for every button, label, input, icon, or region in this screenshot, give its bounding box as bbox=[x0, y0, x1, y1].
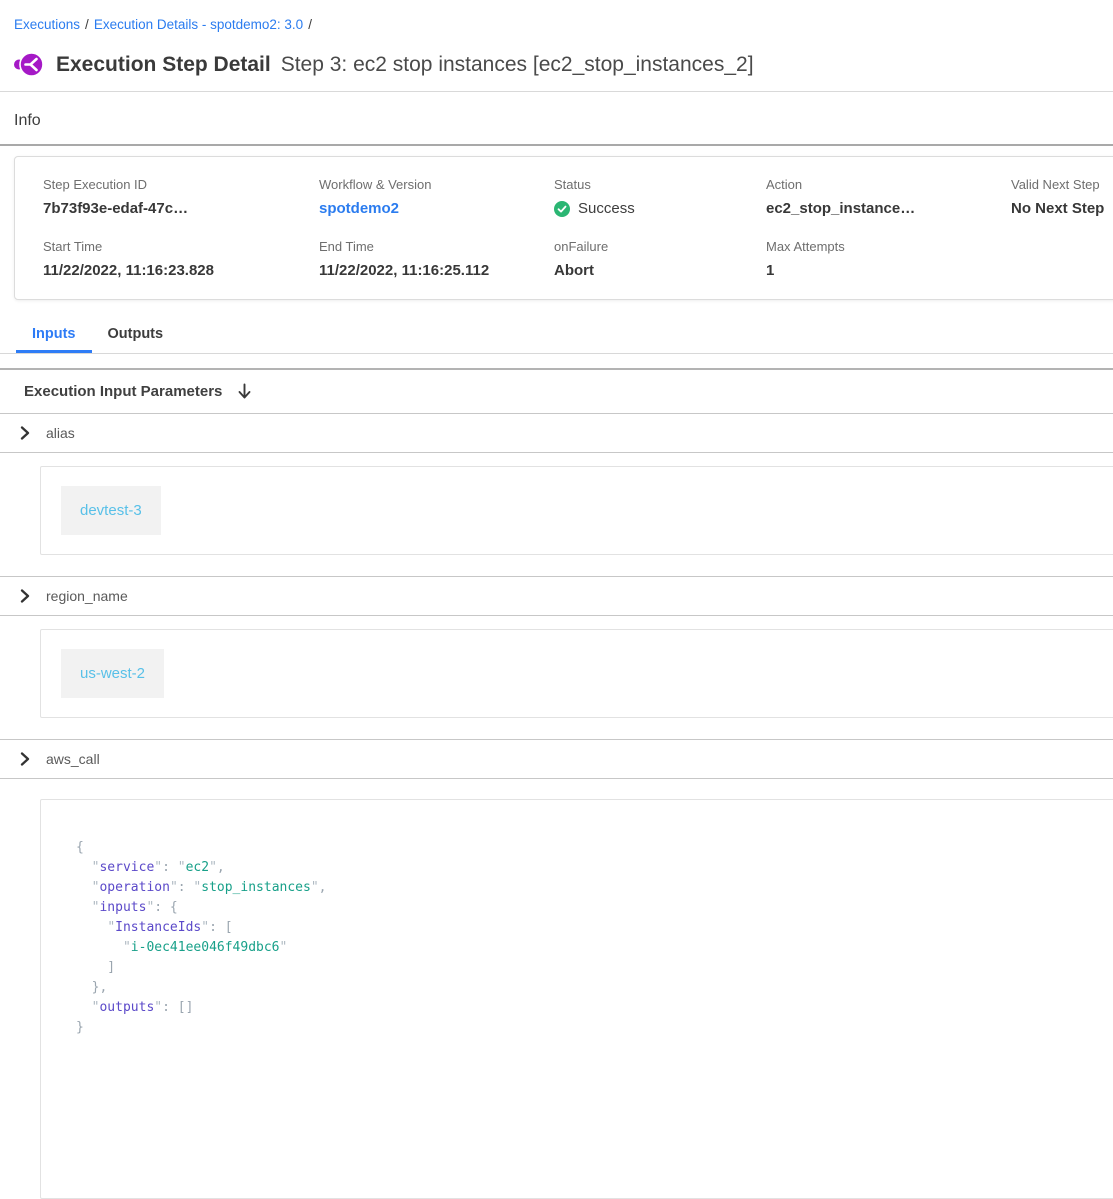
action-label: Action bbox=[766, 177, 1011, 192]
valid-next-step-value: No Next Step bbox=[1011, 200, 1113, 217]
alias-content-box: devtest-3 bbox=[40, 466, 1113, 555]
max-attempts-label: Max Attempts bbox=[766, 239, 1011, 254]
tab-inputs[interactable]: Inputs bbox=[16, 318, 92, 353]
valid-next-step-label: Valid Next Step bbox=[1011, 177, 1113, 192]
tab-bar: Inputs Outputs bbox=[0, 318, 1113, 354]
status-text: Success bbox=[578, 200, 635, 217]
info-section-title: Info bbox=[14, 112, 1113, 130]
field-status: Status Success bbox=[554, 177, 766, 217]
field-action: Action ec2_stop_instance… bbox=[766, 177, 1011, 217]
region-name-value-chip: us-west-2 bbox=[61, 649, 164, 698]
field-end-time: End Time 11/22/2022, 11:16:25.112 bbox=[319, 239, 554, 279]
page-title: Execution Step Detail bbox=[56, 53, 271, 77]
end-time-label: End Time bbox=[319, 239, 554, 254]
step-execution-id-value: 7b73f93e-edaf-47c… bbox=[43, 200, 319, 217]
field-workflow-version: Workflow & Version spotdemo2 bbox=[319, 177, 554, 217]
param-label-alias: alias bbox=[46, 425, 75, 441]
param-header-alias[interactable]: alias bbox=[0, 413, 1113, 453]
workflow-link[interactable]: spotdemo2 bbox=[319, 200, 399, 217]
breadcrumb: Executions / Execution Details - spotdemo2… bbox=[0, 0, 1113, 32]
param-label-region-name: region_name bbox=[46, 588, 128, 604]
title-divider bbox=[0, 91, 1113, 92]
breadcrumb-link-executions[interactable]: Executions bbox=[14, 17, 80, 32]
breadcrumb-separator: / bbox=[85, 17, 89, 32]
breadcrumb-separator: / bbox=[308, 17, 312, 32]
breadcrumb-link-execution-details[interactable]: Execution Details - spotdemo2: 3.0 bbox=[94, 17, 303, 32]
tab-outputs[interactable]: Outputs bbox=[92, 318, 180, 353]
onfailure-label: onFailure bbox=[554, 239, 766, 254]
field-max-attempts: Max Attempts 1 bbox=[766, 239, 1011, 279]
end-time-value: 11/22/2022, 11:16:25.112 bbox=[319, 262, 554, 279]
chevron-right-icon bbox=[20, 752, 30, 766]
workflow-version-label: Workflow & Version bbox=[319, 177, 554, 192]
field-start-time: Start Time 11/22/2022, 11:16:23.828 bbox=[43, 239, 319, 279]
execution-input-parameters-header: Execution Input Parameters bbox=[0, 368, 1113, 413]
chevron-right-icon bbox=[20, 426, 30, 440]
chevron-right-icon bbox=[20, 589, 30, 603]
alias-value-chip: devtest-3 bbox=[61, 486, 161, 535]
page-subtitle: Step 3: ec2 stop instances [ec2_stop_ins… bbox=[281, 53, 754, 77]
success-check-icon bbox=[554, 201, 570, 217]
info-divider bbox=[0, 144, 1113, 146]
step-execution-id-label: Step Execution ID bbox=[43, 177, 319, 192]
param-label-aws-call: aws_call bbox=[46, 751, 100, 767]
field-onfailure: onFailure Abort bbox=[554, 239, 766, 279]
max-attempts-value: 1 bbox=[766, 262, 1011, 279]
page-header: Execution Step Detail Step 3: ec2 stop i… bbox=[14, 51, 1113, 78]
param-header-region-name[interactable]: region_name bbox=[0, 576, 1113, 616]
region-name-content-box: us-west-2 bbox=[40, 629, 1113, 718]
start-time-value: 11/22/2022, 11:16:23.828 bbox=[43, 262, 319, 279]
info-card: Step Execution ID 7b73f93e-edaf-47c… Wor… bbox=[14, 156, 1113, 300]
field-step-execution-id: Step Execution ID 7b73f93e-edaf-47c… bbox=[43, 177, 319, 217]
aws-call-content-box: { "service": "ec2", "operation": "stop_i… bbox=[40, 799, 1113, 1199]
onfailure-value: Abort bbox=[554, 262, 766, 279]
start-time-label: Start Time bbox=[43, 239, 319, 254]
status-badge: Success bbox=[554, 200, 766, 217]
workflow-branch-icon bbox=[14, 51, 44, 78]
field-valid-next-step: Valid Next Step No Next Step bbox=[1011, 177, 1113, 217]
execution-input-parameters-title: Execution Input Parameters bbox=[24, 383, 222, 400]
aws-call-code: { "service": "ec2", "operation": "stop_i… bbox=[76, 838, 1113, 1038]
action-value: ec2_stop_instance… bbox=[766, 200, 1011, 217]
param-header-aws-call[interactable]: aws_call bbox=[0, 739, 1113, 779]
status-label: Status bbox=[554, 177, 766, 192]
arrow-down-icon[interactable] bbox=[237, 383, 252, 400]
